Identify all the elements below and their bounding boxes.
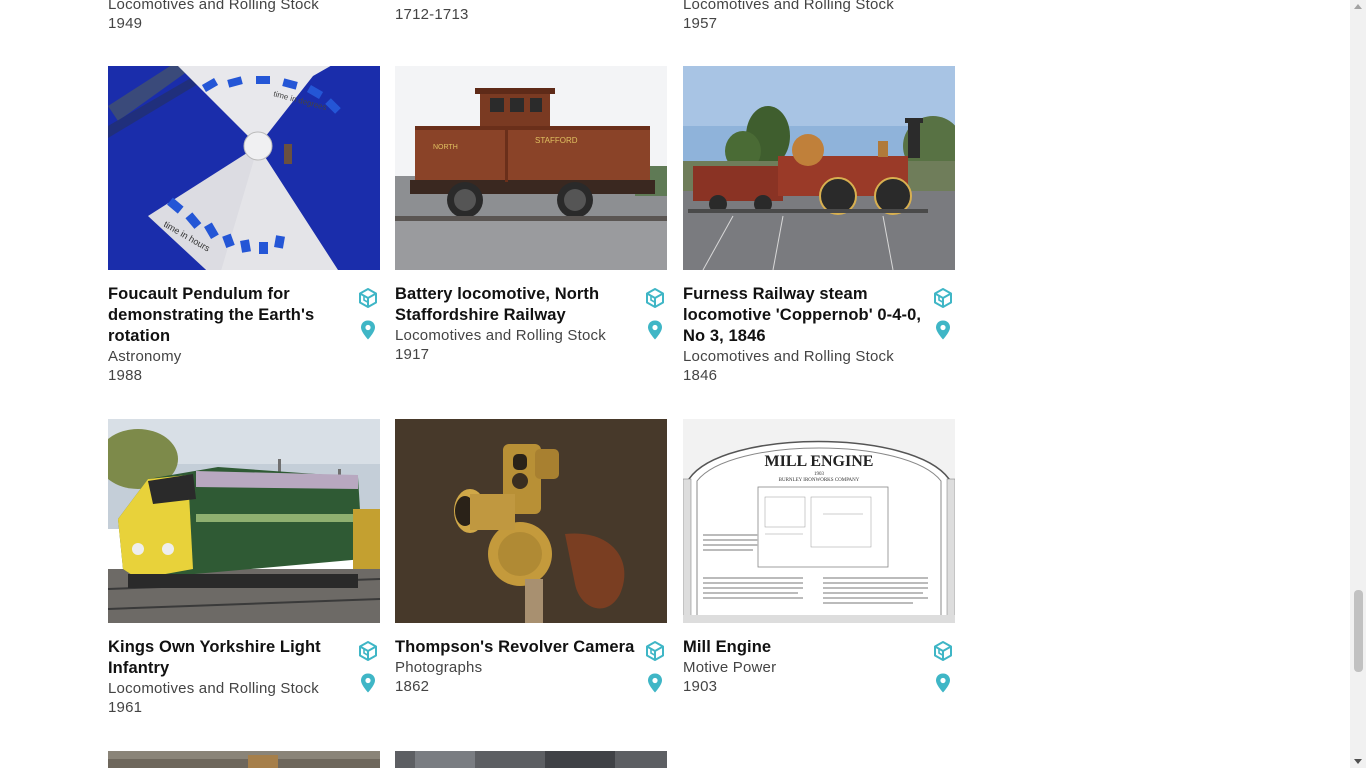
card-image-pendulum[interactable]: time in degrees time in hours (108, 66, 380, 270)
card-image-mill-engine[interactable]: MILL ENGINE 1903 BURNLEY IRONWORKS COMPA… (683, 419, 955, 623)
card-category: Photographs (395, 659, 483, 676)
scroll-down-arrow-icon[interactable] (1354, 759, 1362, 764)
result-card[interactable]: Kings Own Yorkshire Light Infantry Locom… (108, 419, 380, 716)
cube-3d-icon[interactable] (933, 287, 953, 309)
card-category: Locomotives and Rolling Stock (683, 348, 894, 365)
card-category: Astronomy (108, 348, 182, 365)
card-image-coppernob[interactable] (683, 66, 955, 270)
card-title[interactable]: Furness Railway steam locomotive 'Copper… (683, 284, 923, 347)
scrollbar-thumb[interactable] (1354, 590, 1363, 672)
location-pin-icon[interactable] (645, 319, 665, 341)
cube-3d-icon[interactable] (933, 640, 953, 662)
sign-year: 1903 (814, 472, 825, 477)
collection-results-page: Locomotives and Rolling Stock 1949 1712-… (0, 0, 1350, 768)
card-category: Locomotives and Rolling Stock (108, 680, 319, 697)
card-year: 1957 (683, 15, 718, 32)
sign-subtitle: BURNLEY IRONWORKS COMPANY (779, 478, 860, 483)
result-card[interactable]: time in degrees time in hours Foucault P… (108, 66, 380, 384)
loco-lettering-left: NORTH (433, 144, 458, 151)
result-card-next-2[interactable] (395, 751, 667, 768)
card-image-deltic[interactable] (108, 419, 380, 623)
card-title[interactable]: Kings Own Yorkshire Light Infantry (108, 637, 348, 679)
card-image-battery-locomotive[interactable]: NORTH STAFFORD (395, 66, 667, 270)
card-category: Locomotives and Rolling Stock (108, 0, 319, 13)
cube-3d-icon[interactable] (645, 287, 665, 309)
card-year: 1903 (683, 678, 718, 695)
card-year: 1862 (395, 678, 430, 695)
cube-3d-icon[interactable] (358, 640, 378, 662)
location-pin-icon[interactable] (645, 672, 665, 694)
result-card[interactable]: NORTH STAFFORD Battery locomotive, North… (395, 66, 667, 363)
card-year: 1988 (108, 367, 143, 384)
card-category: Locomotives and Rolling Stock (395, 327, 606, 344)
cube-3d-icon[interactable] (645, 640, 665, 662)
scroll-up-arrow-icon[interactable] (1354, 4, 1362, 9)
card-year: 1961 (108, 699, 143, 716)
result-card-top-1[interactable]: Locomotives and Rolling Stock 1949 (108, 0, 319, 33)
vertical-scrollbar[interactable] (1350, 0, 1366, 768)
card-title[interactable]: Mill Engine (683, 637, 923, 658)
card-year: 1949 (108, 15, 143, 32)
card-title[interactable]: Thompson's Revolver Camera (395, 637, 635, 658)
location-pin-icon[interactable] (358, 319, 378, 341)
result-card[interactable]: Furness Railway steam locomotive 'Copper… (683, 66, 955, 384)
sign-title: MILL ENGINE (765, 453, 874, 470)
location-pin-icon[interactable] (933, 319, 953, 341)
result-card-top-2[interactable]: 1712-1713 (395, 0, 469, 24)
location-pin-icon[interactable] (358, 672, 378, 694)
card-category: Motive Power (683, 659, 777, 676)
location-pin-icon[interactable] (933, 672, 953, 694)
result-card[interactable]: Thompson's Revolver Camera Photographs 1… (395, 419, 667, 695)
card-year: 1846 (683, 367, 718, 384)
card-title[interactable]: Foucault Pendulum for demonstrating the … (108, 284, 348, 347)
result-card-next-1[interactable] (108, 751, 380, 768)
result-card[interactable]: MILL ENGINE 1903 BURNLEY IRONWORKS COMPA… (683, 419, 955, 695)
result-card-top-3[interactable]: Locomotives and Rolling Stock 1957 (683, 0, 894, 33)
cube-3d-icon[interactable] (358, 287, 378, 309)
card-year: 1917 (395, 346, 430, 363)
card-image-revolver-camera[interactable] (395, 419, 667, 623)
card-category: Locomotives and Rolling Stock (683, 0, 894, 13)
card-title[interactable]: Battery locomotive, North Staffordshire … (395, 284, 635, 326)
loco-lettering-right: STAFFORD (535, 136, 578, 145)
card-year: 1712-1713 (395, 6, 469, 23)
